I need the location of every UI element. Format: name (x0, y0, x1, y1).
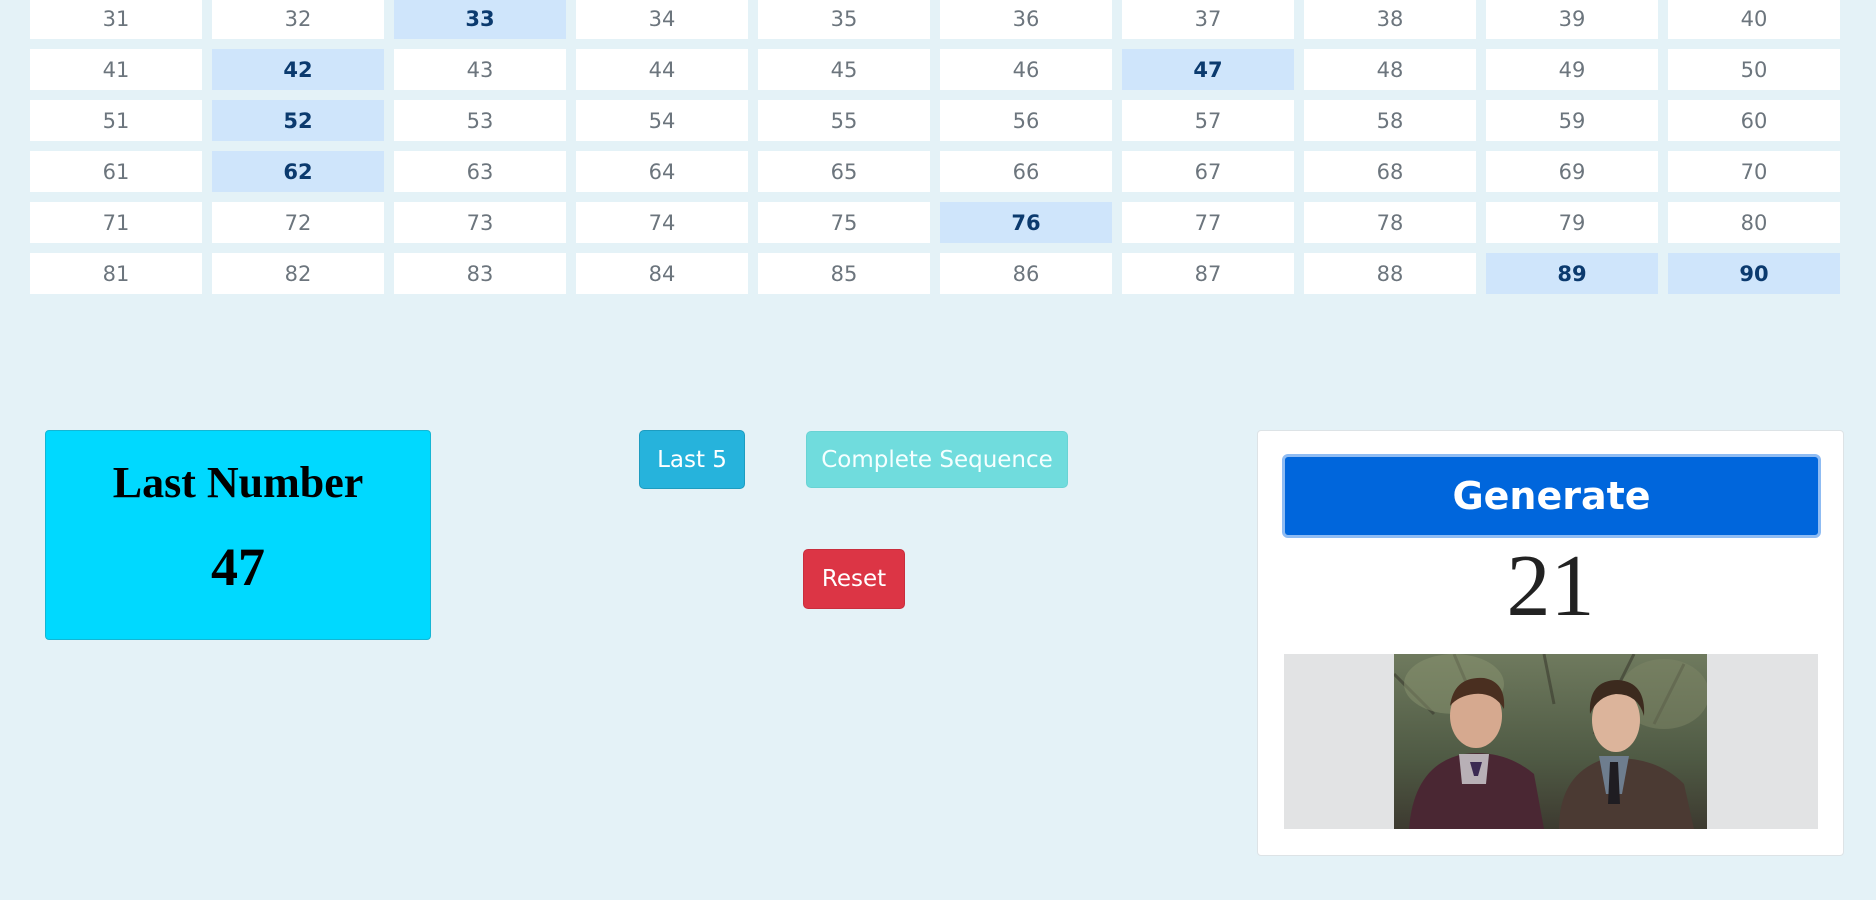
board-cell: 40 (1668, 0, 1840, 39)
board-cell: 46 (940, 49, 1112, 90)
board-cell-called: 47 (1122, 49, 1294, 90)
board-cell: 39 (1486, 0, 1658, 39)
board-cell: 51 (30, 100, 202, 141)
board-cell: 82 (212, 253, 384, 294)
board-cell: 83 (394, 253, 566, 294)
board-cell: 35 (758, 0, 930, 39)
board-cell: 45 (758, 49, 930, 90)
board-cell: 34 (576, 0, 748, 39)
board-cell-called: 89 (1486, 253, 1658, 294)
board-cell: 86 (940, 253, 1112, 294)
board-cell: 61 (30, 151, 202, 192)
number-board: 31 32 33 34 35 36 37 38 39 40 41 42 43 44 45 46 47 48 49 50… (30, 0, 1846, 304)
board-cell: 59 (1486, 100, 1658, 141)
board-cell: 41 (30, 49, 202, 90)
board-cell-called: 76 (940, 202, 1112, 243)
board-cell: 31 (30, 0, 202, 39)
board-cell-called: 42 (212, 49, 384, 90)
board-cell: 64 (576, 151, 748, 192)
board-cell: 66 (940, 151, 1112, 192)
board-cell: 68 (1304, 151, 1476, 192)
board-cell-called: 90 (1668, 253, 1840, 294)
board-cell: 80 (1668, 202, 1840, 243)
two-men-photo-icon (1394, 654, 1707, 829)
complete-sequence-button[interactable]: Complete Sequence (806, 431, 1068, 488)
reset-button[interactable]: Reset (803, 549, 905, 609)
board-cell: 55 (758, 100, 930, 141)
board-cell-called: 52 (212, 100, 384, 141)
board-cell: 58 (1304, 100, 1476, 141)
board-cell: 84 (576, 253, 748, 294)
board-cell: 88 (1304, 253, 1476, 294)
board-cell-called: 33 (394, 0, 566, 39)
board-row: 31 32 33 34 35 36 37 38 39 40 (30, 0, 1846, 39)
board-cell: 63 (394, 151, 566, 192)
board-cell: 67 (1122, 151, 1294, 192)
board-row: 41 42 43 44 45 46 47 48 49 50 (30, 49, 1846, 90)
board-cell: 37 (1122, 0, 1294, 39)
board-cell: 75 (758, 202, 930, 243)
last-number-value: 47 (211, 537, 265, 597)
board-cell: 69 (1486, 151, 1658, 192)
board-cell: 54 (576, 100, 748, 141)
board-cell: 60 (1668, 100, 1840, 141)
image-frame (1284, 654, 1818, 829)
board-row: 51 52 53 54 55 56 57 58 59 60 (30, 100, 1846, 141)
board-cell: 36 (940, 0, 1112, 39)
generate-button[interactable]: Generate (1282, 454, 1821, 538)
board-cell: 73 (394, 202, 566, 243)
generator-card: Generate 21 (1257, 430, 1844, 856)
last-number-panel: Last Number 47 (45, 430, 431, 640)
board-cell: 38 (1304, 0, 1476, 39)
board-cell-called: 62 (212, 151, 384, 192)
board-cell: 49 (1486, 49, 1658, 90)
last-number-title: Last Number (112, 458, 364, 507)
board-cell: 79 (1486, 202, 1658, 243)
board-cell: 77 (1122, 202, 1294, 243)
board-cell: 72 (212, 202, 384, 243)
board-cell: 56 (940, 100, 1112, 141)
board-cell: 74 (576, 202, 748, 243)
board-cell: 48 (1304, 49, 1476, 90)
board-cell: 65 (758, 151, 930, 192)
board-cell: 81 (30, 253, 202, 294)
board-cell: 32 (212, 0, 384, 39)
board-cell: 78 (1304, 202, 1476, 243)
board-cell: 43 (394, 49, 566, 90)
board-cell: 44 (576, 49, 748, 90)
board-row: 71 72 73 74 75 76 77 78 79 80 (30, 202, 1846, 243)
last-5-button[interactable]: Last 5 (639, 430, 745, 489)
board-cell: 57 (1122, 100, 1294, 141)
board-row: 81 82 83 84 85 86 87 88 89 90 (30, 253, 1846, 294)
board-cell: 85 (758, 253, 930, 294)
board-cell: 87 (1122, 253, 1294, 294)
board-row: 61 62 63 64 65 66 67 68 69 70 (30, 151, 1846, 192)
board-cell: 71 (30, 202, 202, 243)
board-cell: 53 (394, 100, 566, 141)
generated-number: 21 (1506, 538, 1595, 635)
board-cell: 70 (1668, 151, 1840, 192)
board-cell: 50 (1668, 49, 1840, 90)
